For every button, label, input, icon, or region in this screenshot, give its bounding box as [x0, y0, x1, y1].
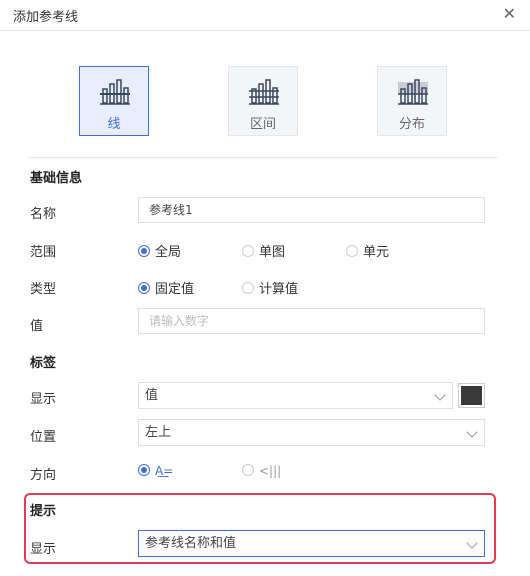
tip-display-value: 参考线名称和值	[145, 536, 237, 551]
dialog-header: 添加参考线 ✕	[0, 0, 530, 31]
scope-option-label: 单图	[259, 245, 286, 260]
type-tile-label: 区间	[249, 117, 276, 132]
scope-radio-single-unit[interactable]: 单元	[346, 241, 389, 260]
name-input[interactable]: 参考线1	[138, 197, 485, 223]
vertical-text-icon: <|||	[259, 464, 282, 478]
bar-chart-range-icon	[249, 79, 279, 105]
bar-chart-line-icon	[100, 79, 130, 105]
value-input[interactable]: 请输入数字	[138, 308, 485, 334]
radio-unchecked-icon	[346, 245, 358, 257]
radio-checked-icon	[138, 282, 150, 294]
radio-unchecked-icon	[242, 282, 254, 294]
tip-display-select[interactable]: 参考线名称和值	[138, 530, 485, 557]
scope-option-label: 全局	[155, 245, 182, 260]
radio-checked-icon	[138, 245, 150, 257]
type-tile-label: 线	[107, 117, 121, 132]
radio-unchecked-icon	[242, 464, 254, 476]
type-tile-distribution[interactable]: 分布	[377, 66, 447, 136]
position-label: 位置	[30, 430, 57, 445]
label-display-value: 值	[145, 388, 159, 403]
type-tile-label: 分布	[398, 117, 425, 132]
scope-radio-single-chart[interactable]: 单图	[242, 241, 285, 260]
chevron-down-icon	[434, 389, 446, 401]
label-display-label: 显示	[30, 392, 57, 407]
name-label: 名称	[30, 207, 57, 222]
scope-label: 范围	[30, 245, 57, 260]
chevron-down-icon	[466, 426, 478, 438]
dialog-title: 添加参考线	[13, 10, 79, 25]
type-tile-range[interactable]: 区间	[228, 66, 298, 136]
scope-radio-global[interactable]: 全局	[138, 241, 181, 260]
type-option-label: 计算值	[259, 282, 299, 297]
label-position-value: 左上	[145, 425, 172, 440]
label-display-select[interactable]: 值	[138, 382, 453, 409]
label-color-picker[interactable]	[458, 383, 485, 408]
radio-checked-icon	[138, 464, 150, 476]
section-tip: 提示	[30, 504, 57, 519]
scope-option-label: 单元	[363, 245, 390, 260]
add-reference-line-dialog: 添加参考线 ✕ 线 区间 分布 基础信息 名称 参考线1 范围 全局 单图 单元…	[0, 0, 530, 576]
radio-unchecked-icon	[242, 245, 254, 257]
type-option-label: 固定值	[155, 282, 195, 297]
close-icon[interactable]: ✕	[503, 4, 516, 23]
type-radio-calculated[interactable]: 计算值	[242, 278, 298, 297]
chevron-down-icon	[466, 537, 478, 549]
type-tile-line[interactable]: 线	[79, 66, 149, 136]
color-swatch	[461, 386, 482, 405]
section-label: 标签	[30, 356, 57, 371]
section-basic-info: 基础信息	[30, 171, 83, 186]
bar-chart-distribution-icon	[398, 79, 428, 105]
direction-radio-horizontal[interactable]: A͟=	[138, 464, 173, 479]
label-position-select[interactable]: 左上	[138, 419, 485, 446]
direction-radio-vertical[interactable]: <|||	[242, 464, 281, 479]
tip-display-label: 显示	[30, 542, 57, 557]
divider	[28, 157, 498, 158]
direction-label: 方向	[30, 468, 57, 483]
value-label: 值	[30, 319, 44, 334]
reference-type-tiles: 线 区间 分布	[0, 66, 530, 138]
horizontal-text-icon: A͟=	[155, 464, 174, 478]
type-label: 类型	[30, 282, 57, 297]
type-radio-fixed[interactable]: 固定值	[138, 278, 194, 297]
